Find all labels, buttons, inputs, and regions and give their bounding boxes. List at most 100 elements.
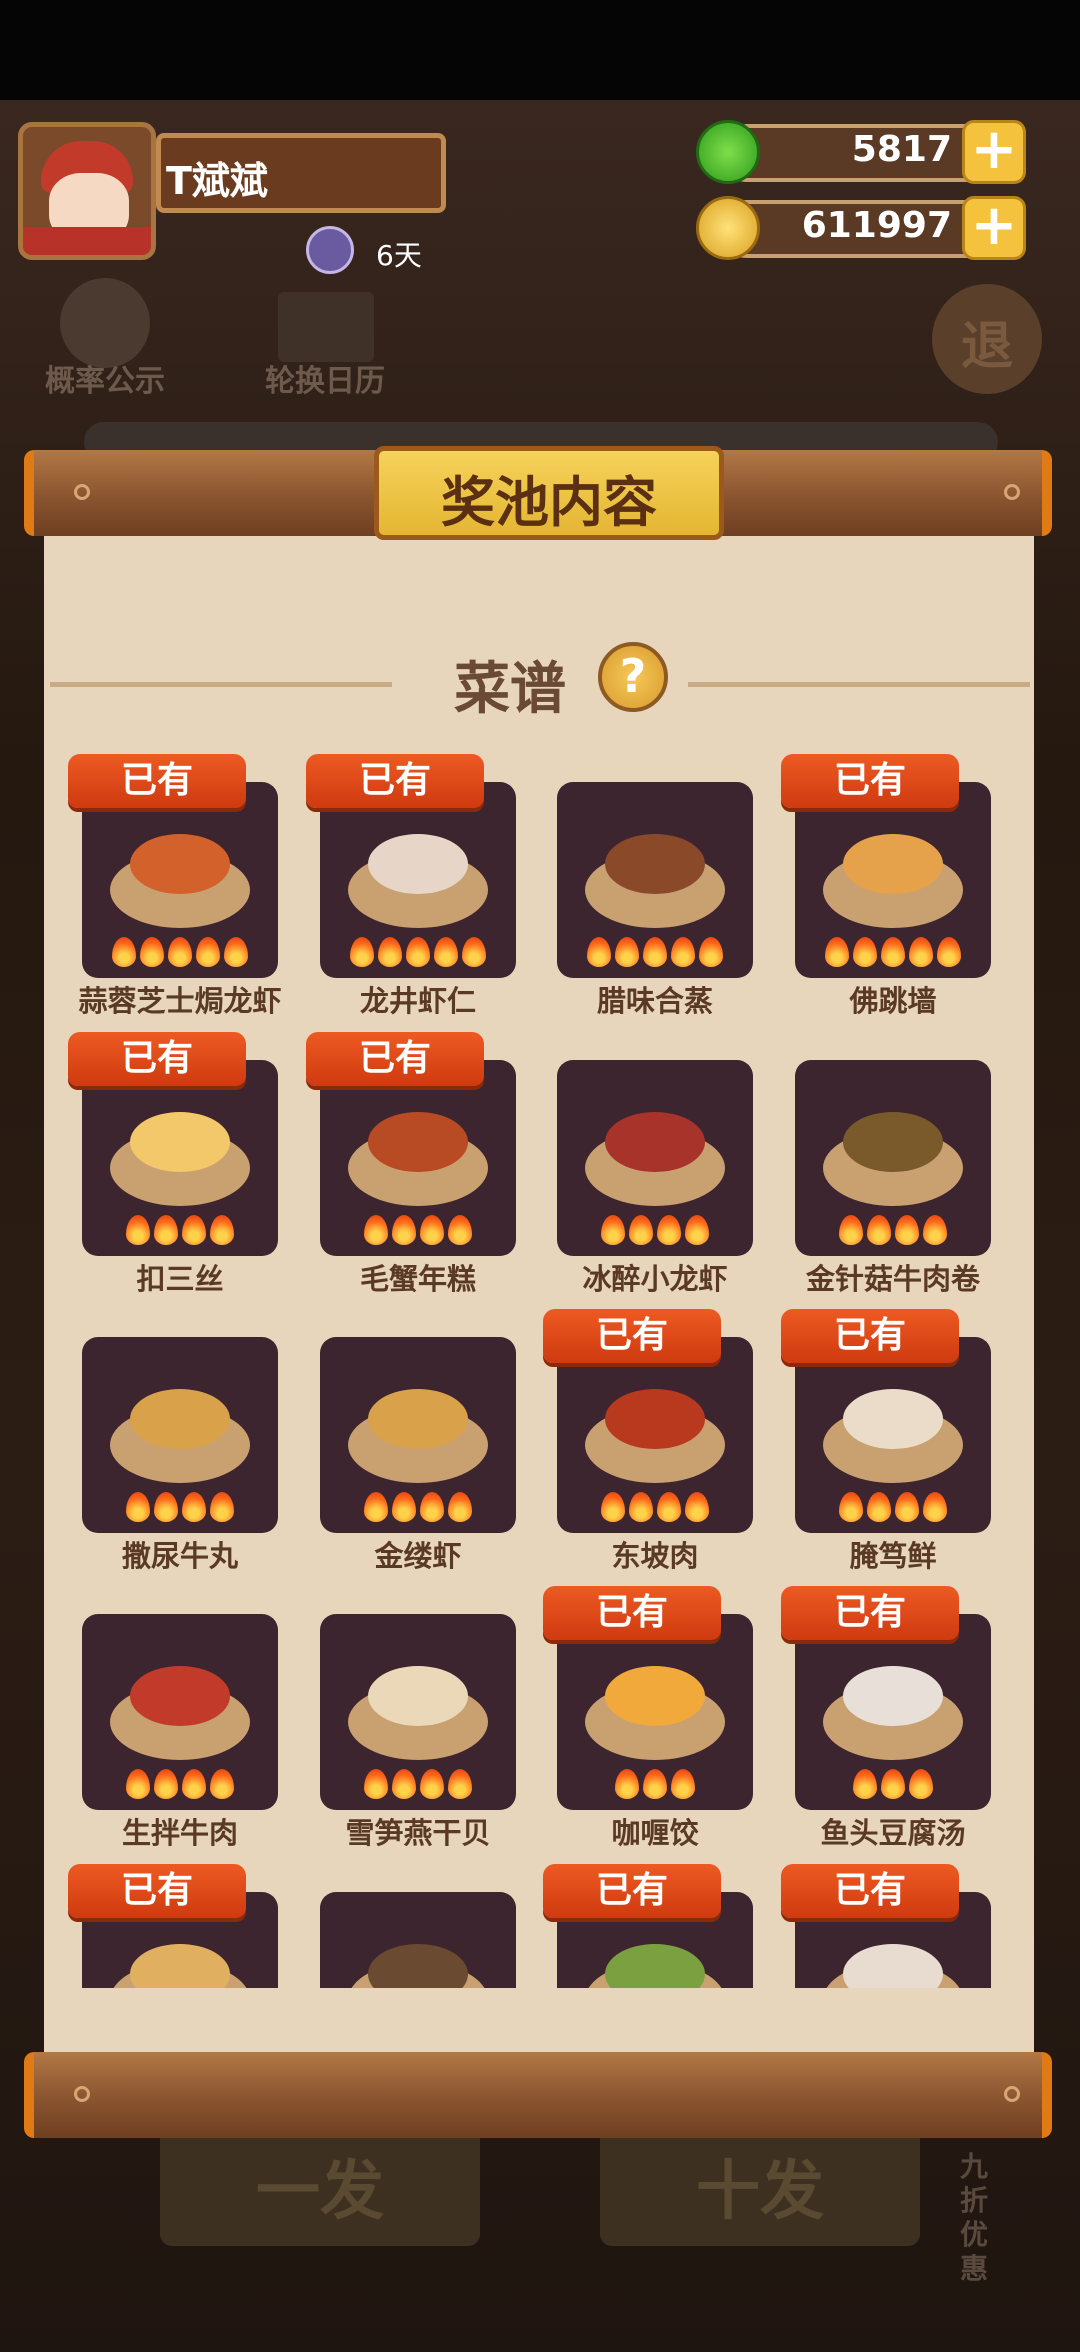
recipe-card[interactable]	[82, 782, 278, 978]
flame-icon	[629, 1492, 653, 1522]
recipe-card[interactable]	[557, 1060, 753, 1256]
rarity-flames	[320, 1215, 516, 1252]
flame-icon	[420, 1769, 444, 1799]
panel-title: 奖池内容	[441, 471, 657, 534]
add-jade-button[interactable]: +	[962, 120, 1026, 184]
owned-badge: 已有	[543, 1309, 721, 1363]
dish-food	[368, 834, 468, 894]
recipe-name: 蒜蓉芝士焗龙虾	[78, 984, 282, 1018]
rarity-flames	[795, 1769, 991, 1806]
flame-icon	[671, 937, 695, 967]
probability-icon[interactable]	[60, 278, 150, 368]
flame-icon	[154, 1215, 178, 1245]
dish-food	[605, 1112, 705, 1172]
flame-icon	[364, 1215, 388, 1245]
recipe-name: 金针菇牛肉卷	[805, 1262, 980, 1296]
flame-icon	[909, 1769, 933, 1799]
flame-icon	[364, 1769, 388, 1799]
flame-icon	[643, 937, 667, 967]
flame-icon	[615, 937, 639, 967]
rarity-flames	[82, 1492, 278, 1529]
dish-food	[605, 834, 705, 894]
add-coin-button[interactable]: +	[962, 196, 1026, 260]
rarity-flames	[795, 1215, 991, 1252]
flame-icon	[112, 937, 136, 967]
flame-icon	[867, 1492, 891, 1522]
owned-badge: 已有	[68, 754, 246, 808]
flame-icon	[448, 1492, 472, 1522]
rarity-flames	[320, 1492, 516, 1529]
recipe-card[interactable]	[82, 1060, 278, 1256]
dish-food	[843, 1112, 943, 1172]
flame-icon	[434, 937, 458, 967]
recipe-card[interactable]	[320, 1614, 516, 1810]
recipe-card[interactable]	[557, 782, 753, 978]
avatar[interactable]	[18, 122, 156, 260]
recipe-card[interactable]	[795, 1614, 991, 1810]
flame-icon	[853, 937, 877, 967]
recipe-card[interactable]	[82, 1337, 278, 1533]
owned-badge: 已有	[781, 1864, 959, 1918]
flame-icon	[462, 937, 486, 967]
recipe-name: 咖喱饺	[611, 1816, 699, 1850]
recipe-card[interactable]	[795, 1337, 991, 1533]
recipe-card[interactable]	[795, 782, 991, 978]
dish-food	[130, 1389, 230, 1449]
recipe-name: 冰醉小龙虾	[582, 1262, 728, 1296]
calendar-icon[interactable]	[278, 292, 374, 362]
exit-label: 退	[960, 317, 1013, 377]
owned-badge: 已有	[68, 1032, 246, 1086]
recipe-name: 龙井虾仁	[359, 984, 476, 1018]
flame-icon	[182, 1492, 206, 1522]
draw-once-label: 一发	[256, 2155, 384, 2229]
rarity-flames	[320, 1769, 516, 1806]
rarity-flames	[557, 1492, 753, 1529]
flame-icon	[126, 1215, 150, 1245]
recipe-card[interactable]	[557, 1614, 753, 1810]
recipe-card[interactable]	[320, 1060, 516, 1256]
jade-amount: 5817	[851, 129, 952, 170]
flame-icon	[420, 1492, 444, 1522]
rarity-flames	[82, 1215, 278, 1252]
owned-badge: 已有	[543, 1586, 721, 1640]
dish-food	[130, 1944, 230, 1988]
owned-badge: 已有	[781, 754, 959, 808]
dish-food	[605, 1666, 705, 1726]
recipe-card[interactable]	[320, 782, 516, 978]
recipe-card[interactable]	[320, 1892, 516, 1988]
flame-icon	[392, 1215, 416, 1245]
flame-icon	[140, 937, 164, 967]
draw-ten-label: 十发	[696, 2155, 824, 2229]
nail	[74, 484, 90, 500]
recipe-card[interactable]	[557, 1337, 753, 1533]
flame-icon	[909, 937, 933, 967]
nail	[74, 2086, 90, 2102]
recipe-card[interactable]	[795, 1060, 991, 1256]
dish-food	[368, 1666, 468, 1726]
recipe-card[interactable]	[320, 1337, 516, 1533]
nail	[1004, 484, 1020, 500]
flame-icon	[881, 1769, 905, 1799]
section-title: 菜谱	[454, 657, 566, 722]
section-divider-left	[50, 682, 392, 687]
recipe-name: 金缕虾	[374, 1539, 462, 1573]
recipe-name: 佛跳墙	[849, 984, 937, 1018]
dish-food	[843, 834, 943, 894]
flame-icon	[923, 1215, 947, 1245]
vip-icon[interactable]	[306, 226, 354, 274]
flame-icon	[867, 1215, 891, 1245]
recipe-name: 腌笃鲜	[849, 1539, 937, 1573]
flame-icon	[210, 1492, 234, 1522]
coin-amount: 611997	[801, 205, 952, 246]
status-area	[0, 0, 1080, 100]
flame-icon	[839, 1492, 863, 1522]
rarity-flames	[557, 937, 753, 974]
flame-icon	[168, 937, 192, 967]
recipe-name: 生拌牛肉	[121, 1816, 238, 1850]
section-divider-right	[688, 682, 1030, 687]
flame-icon	[601, 1215, 625, 1245]
flame-icon	[392, 1492, 416, 1522]
avatar-body	[23, 227, 151, 255]
help-icon[interactable]: ?	[598, 642, 668, 712]
recipe-card[interactable]	[82, 1614, 278, 1810]
